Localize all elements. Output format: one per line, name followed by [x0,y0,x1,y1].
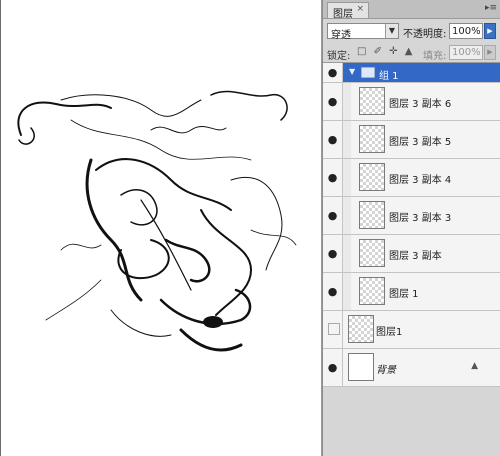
fill-slider-button[interactable]: ▶ [484,45,496,60]
eye-hidden-icon[interactable]: ● [323,311,343,348]
fill-label: 填充: [423,51,447,62]
opacity-slider-button[interactable]: ▶ [484,23,496,39]
layer-name: 背景 [376,365,396,376]
folder-icon [361,67,375,78]
artwork-image [17,90,297,352]
document-canvas[interactable] [0,0,322,456]
eye-icon[interactable]: ● [323,121,343,158]
layer-name: 图层 3 副本 4 [389,175,452,186]
layer-name: 组 1 [379,71,399,82]
indent-bar [343,159,351,196]
layer-row[interactable]: ● 图层 3 副本 [323,235,500,273]
layer-name: 图层1 [376,327,403,338]
eye-icon[interactable]: ● [323,273,343,310]
lock-icons[interactable]: □ ✐ ✛ ▲ [357,46,414,57]
layer-thumbnail [348,353,374,381]
eye-icon[interactable]: ● [323,235,343,272]
layer-thumbnail [359,201,385,229]
lock-icon: ▲ [471,361,478,371]
eye-icon[interactable]: ● [323,63,343,82]
fill-input[interactable]: 100% [449,45,483,60]
background-layer-row[interactable]: ● 背景 ▲ [323,349,500,387]
panel-menu-icon[interactable]: ▸≡ [485,3,497,13]
tab-label: 图层 [333,9,353,20]
chevron-down-icon[interactable]: ▼ [385,24,398,38]
layer-row[interactable]: ● 图层 3 副本 3 [323,197,500,235]
layer-thumbnail [348,315,374,343]
layer-thumbnail [359,239,385,267]
layer-thumbnail [359,163,385,191]
eye-icon[interactable]: ● [323,197,343,234]
eye-icon[interactable]: ● [323,83,343,120]
layer-row[interactable]: ● 图层1 [323,311,500,349]
tab-layers[interactable]: 图层 × [327,2,369,20]
opacity-label: 不透明度: [403,29,447,40]
expand-arrow-icon[interactable]: ▼ [349,67,355,76]
panel-tab-bar: 图层 × ▸≡ [323,0,500,20]
layer-name: 图层 3 副本 6 [389,99,452,110]
layer-name: 图层 1 [389,289,419,300]
lock-fill-row: 锁定: □ ✐ ✛ ▲ 填充: 100% ▶ [327,45,496,62]
layer-row[interactable]: ● 图层 3 副本 6 [323,83,500,121]
lock-label: 锁定: [327,51,351,62]
layer-row[interactable]: ● 图层 3 副本 4 [323,159,500,197]
close-icon[interactable]: × [356,4,364,14]
blend-mode-select[interactable]: 穿透 ▼ [327,23,399,41]
layers-panel: 图层 × ▸≡ 穿透 ▼ 不透明度: 100% ▶ 锁定: □ ✐ ✛ ▲ 填充… [322,0,500,456]
layer-name: 图层 3 副本 3 [389,213,452,224]
indent-bar [343,197,351,234]
opacity-input[interactable]: 100% [449,23,483,39]
layers-list: ● ▼ 组 1 ● 图层 3 副本 6 ● 图层 3 副本 5 ● 图层 3 副… [323,62,500,387]
eye-icon[interactable]: ● [323,349,343,386]
layer-thumbnail [359,277,385,305]
indent-bar [343,83,351,120]
blend-mode-value: 穿透 [331,30,351,41]
layer-row[interactable]: ● 图层 1 [323,273,500,311]
eye-icon[interactable]: ● [323,159,343,196]
layer-name: 图层 3 副本 5 [389,137,452,148]
layer-thumbnail [359,125,385,153]
layer-row[interactable]: ● 图层 3 副本 5 [323,121,500,159]
indent-bar [343,235,351,272]
layer-thumbnail [359,87,385,115]
blend-opacity-row: 穿透 ▼ 不透明度: 100% ▶ [327,23,496,41]
indent-bar [343,121,351,158]
layer-name: 图层 3 副本 [389,251,442,262]
layer-group-row[interactable]: ● ▼ 组 1 [323,63,500,83]
indent-bar [343,273,351,310]
